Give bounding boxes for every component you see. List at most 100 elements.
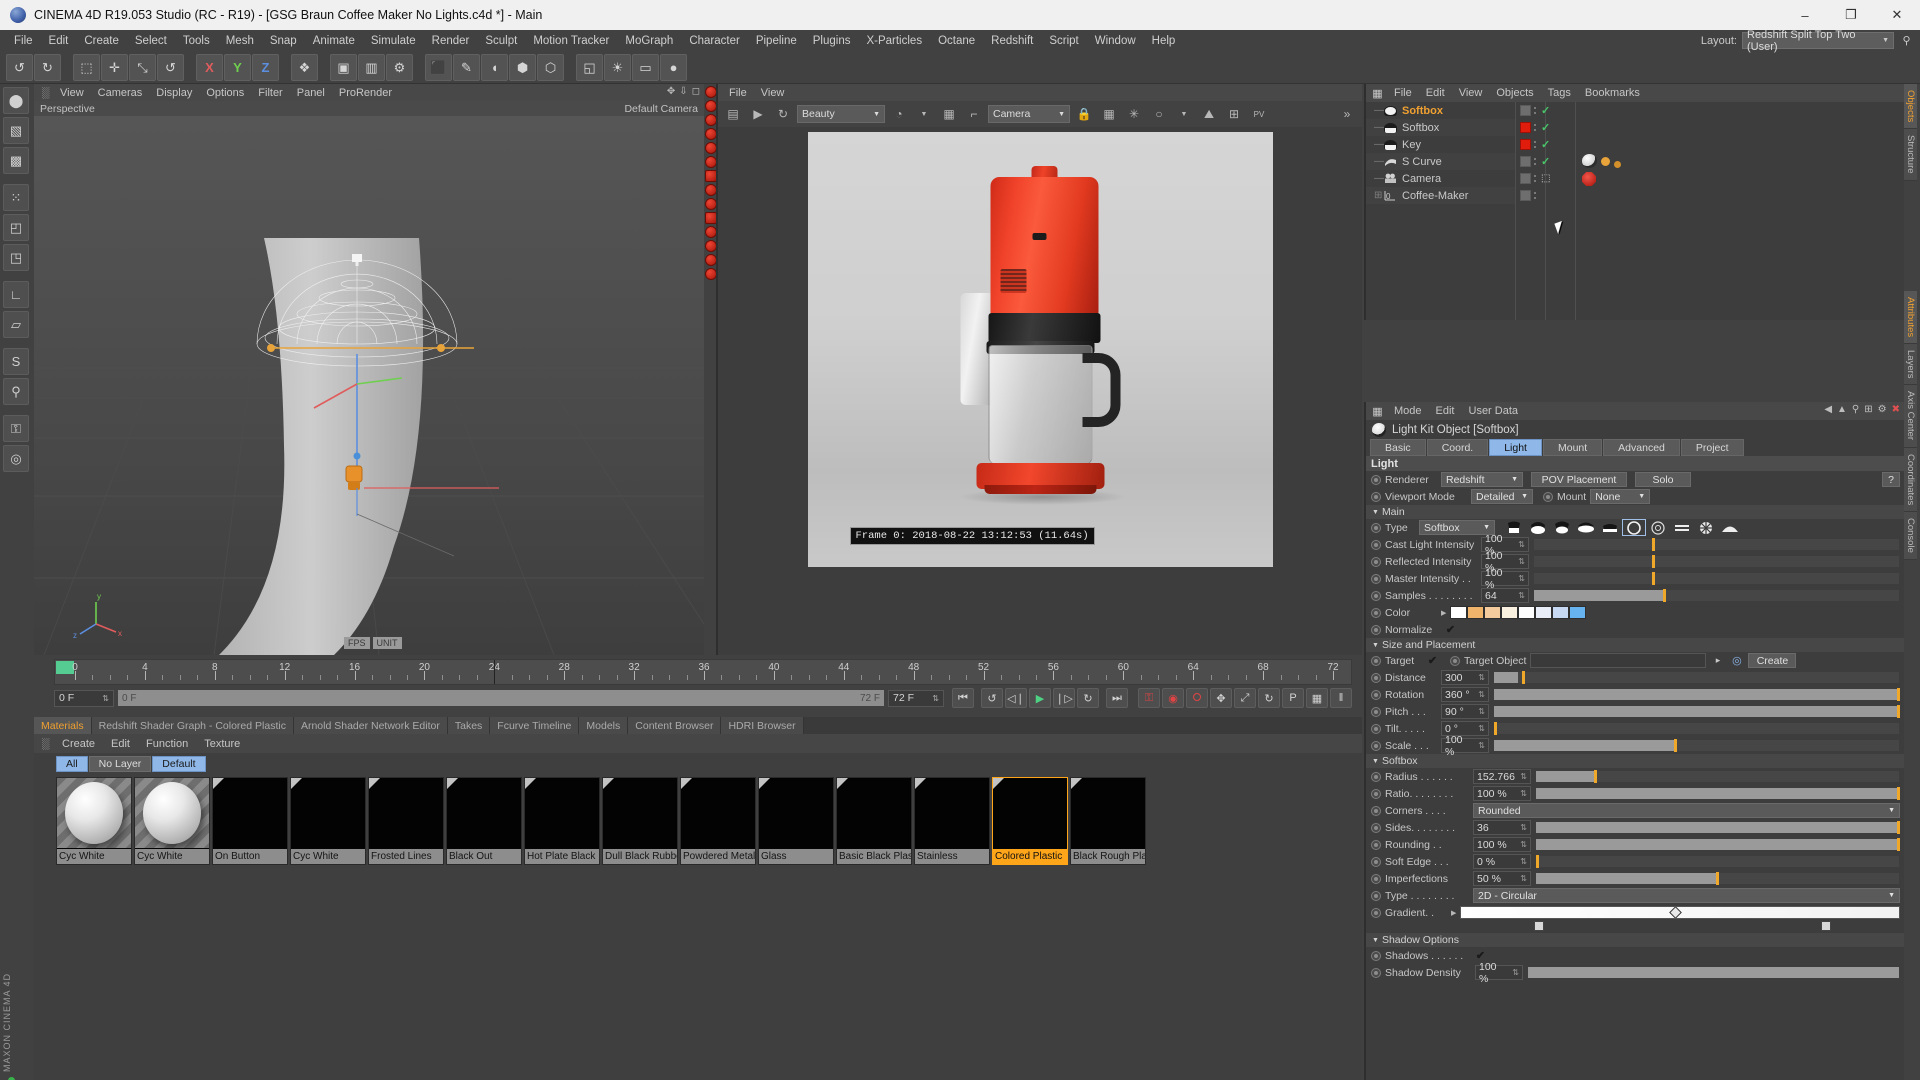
viewport-menu-options[interactable]: Options: [199, 86, 251, 100]
render-enabled-check[interactable]: ✓: [1541, 121, 1550, 134]
create-target-button[interactable]: Create: [1748, 653, 1797, 668]
pla-key-button[interactable]: ▦: [1306, 688, 1328, 708]
param-dot-icon[interactable]: [1371, 556, 1381, 567]
param-value-field[interactable]: 90 ° ⇅: [1441, 704, 1489, 719]
param-value-field[interactable]: 152.766 ⇅: [1473, 769, 1531, 784]
shadow-options-group-header[interactable]: ▼ Shadow Options: [1366, 933, 1904, 947]
spinner-icon[interactable]: ⇅: [1474, 707, 1485, 716]
open-file-icon[interactable]: ▤: [722, 104, 744, 124]
up-arrow-icon[interactable]: ▲: [1837, 404, 1847, 415]
back-arrow-icon[interactable]: ◀: [1824, 404, 1832, 415]
color-swatch[interactable]: [1569, 606, 1587, 619]
viewport-menu-prorender[interactable]: ProRender: [332, 86, 399, 100]
snap-icon[interactable]: S: [3, 348, 29, 375]
slider-knob[interactable]: [1652, 572, 1656, 585]
object-row-key[interactable]: — Key: [1366, 136, 1515, 153]
param-dot-icon[interactable]: [1371, 822, 1381, 833]
menu-window[interactable]: Window: [1087, 31, 1144, 51]
world-coord-button[interactable]: ❖: [291, 54, 318, 81]
viewport-menu-cameras[interactable]: Cameras: [91, 86, 150, 100]
viewport-mode-dropdown[interactable]: Detailed ▼: [1471, 489, 1533, 504]
spinner-icon[interactable]: ⇅: [1508, 968, 1519, 977]
gradient-editor[interactable]: [1460, 906, 1900, 919]
param-value-field[interactable]: 100 % ⇅: [1441, 734, 1489, 758]
param-dot-icon[interactable]: [1450, 655, 1460, 666]
histogram-icon[interactable]: ◔: [888, 104, 910, 124]
color-swatch[interactable]: [1518, 606, 1536, 619]
camera-active-icon[interactable]: ⬚: [1541, 173, 1550, 184]
timeline-range-bar[interactable]: 0 F 72 F: [118, 690, 884, 706]
step-back-button[interactable]: ◁❘: [1005, 688, 1027, 708]
target-object-field[interactable]: [1530, 653, 1707, 668]
visibility-dots-icon[interactable]: [1534, 122, 1538, 133]
solo-button[interactable]: Solo: [1635, 472, 1691, 487]
orange-tag-icon[interactable]: [1601, 156, 1610, 166]
attr-tab-basic[interactable]: Basic: [1370, 439, 1426, 456]
object-color-tag[interactable]: [1520, 139, 1531, 150]
param-slider[interactable]: [1535, 855, 1900, 868]
slider-knob[interactable]: [1652, 555, 1656, 568]
timeline-ruler[interactable]: 04812162024283236404448525660646872: [54, 659, 1352, 685]
menu-octane[interactable]: Octane: [930, 31, 983, 51]
axis-lock-icon[interactable]: ∟: [3, 281, 29, 308]
param-dot-icon[interactable]: [1371, 805, 1381, 816]
drag-handle-icon[interactable]: ▦: [1370, 86, 1385, 101]
spinner-icon[interactable]: ⇅: [1474, 690, 1485, 699]
scale-button[interactable]: ⤡: [129, 54, 156, 81]
add-image-icon[interactable]: ⊞: [1223, 104, 1245, 124]
visibility-dots-icon[interactable]: [1534, 190, 1538, 201]
goto-start-button[interactable]: ⏮: [952, 688, 974, 708]
object-color-tag[interactable]: [1520, 190, 1531, 201]
material-filter-no-layer[interactable]: No Layer: [88, 756, 152, 772]
step-forward-button[interactable]: ❘▷: [1053, 688, 1075, 708]
object-row-softbox[interactable]: — Softbox: [1366, 102, 1515, 119]
corners-dropdown[interactable]: Rounded ▼: [1473, 803, 1900, 818]
material-sphere-button[interactable]: ●: [660, 54, 687, 81]
material-swatch[interactable]: Black Out: [446, 777, 522, 865]
redo-button[interactable]: ↻: [34, 54, 61, 81]
spinner-icon[interactable]: ⇅: [1514, 574, 1525, 583]
param-dot-icon[interactable]: [1371, 873, 1381, 884]
circle-select-icon[interactable]: ◎: [1729, 653, 1744, 668]
autokey-button[interactable]: ◉: [1162, 688, 1184, 708]
timeline-playhead[interactable]: [494, 660, 496, 684]
param-slider[interactable]: [1533, 589, 1900, 602]
param-dot-icon[interactable]: [1371, 590, 1381, 601]
slider-knob[interactable]: [1897, 821, 1900, 834]
menu-character[interactable]: Character: [681, 31, 748, 51]
material-tab-arnold-shader-network-editor[interactable]: Arnold Shader Network Editor: [293, 717, 448, 734]
play-reverse-loop-button[interactable]: ↺: [981, 688, 1003, 708]
expand-arrow-icon[interactable]: ▶: [1441, 609, 1446, 617]
points-mode-icon[interactable]: ⁙: [3, 184, 29, 211]
material-menu-function[interactable]: Function: [139, 737, 195, 751]
render-settings-button[interactable]: ⚙: [386, 54, 413, 81]
menu-plugins[interactable]: Plugins: [805, 31, 859, 51]
refresh-icon[interactable]: ↻: [772, 104, 794, 124]
lock-icon[interactable]: ⚿: [3, 415, 29, 442]
material-filter-all[interactable]: All: [56, 756, 88, 772]
tree-branch-icon[interactable]: —: [1374, 122, 1384, 133]
preset-dome-icon[interactable]: [1527, 520, 1549, 535]
param-slider[interactable]: [1493, 705, 1900, 718]
viewport-solo-icon[interactable]: ◎: [3, 445, 29, 472]
preset-panel-icon[interactable]: [1671, 520, 1693, 535]
visibility-dots-icon[interactable]: [1534, 139, 1538, 150]
camera-dropdown[interactable]: Camera ▼: [988, 105, 1070, 123]
pv-menu-view[interactable]: View: [754, 86, 792, 100]
menu-redshift[interactable]: Redshift: [983, 31, 1041, 51]
object-row-s-curve[interactable]: — S Curve: [1366, 153, 1515, 170]
material-tab-materials[interactable]: Materials: [34, 717, 92, 734]
shadow-density-slider[interactable]: [1527, 966, 1900, 979]
object-color-tag[interactable]: [1520, 156, 1531, 167]
size-placement-group-header[interactable]: ▼ Size and Placement: [1366, 638, 1904, 652]
orange-tag-icon-2[interactable]: [1614, 161, 1621, 168]
param-slider[interactable]: [1493, 739, 1900, 752]
object-menu-edit[interactable]: Edit: [1419, 86, 1452, 100]
param-value-field[interactable]: 100 % ⇅: [1481, 567, 1529, 591]
attr-menu-edit[interactable]: Edit: [1429, 404, 1462, 418]
expand-arrow-icon[interactable]: ▶: [1451, 909, 1456, 917]
material-swatch[interactable]: Dull Black Rubbe: [602, 777, 678, 865]
drag-handle-icon[interactable]: ▦: [1370, 404, 1385, 419]
timeline-toggle-button[interactable]: ‖: [1330, 688, 1352, 708]
param-dot-icon[interactable]: [1371, 689, 1381, 700]
